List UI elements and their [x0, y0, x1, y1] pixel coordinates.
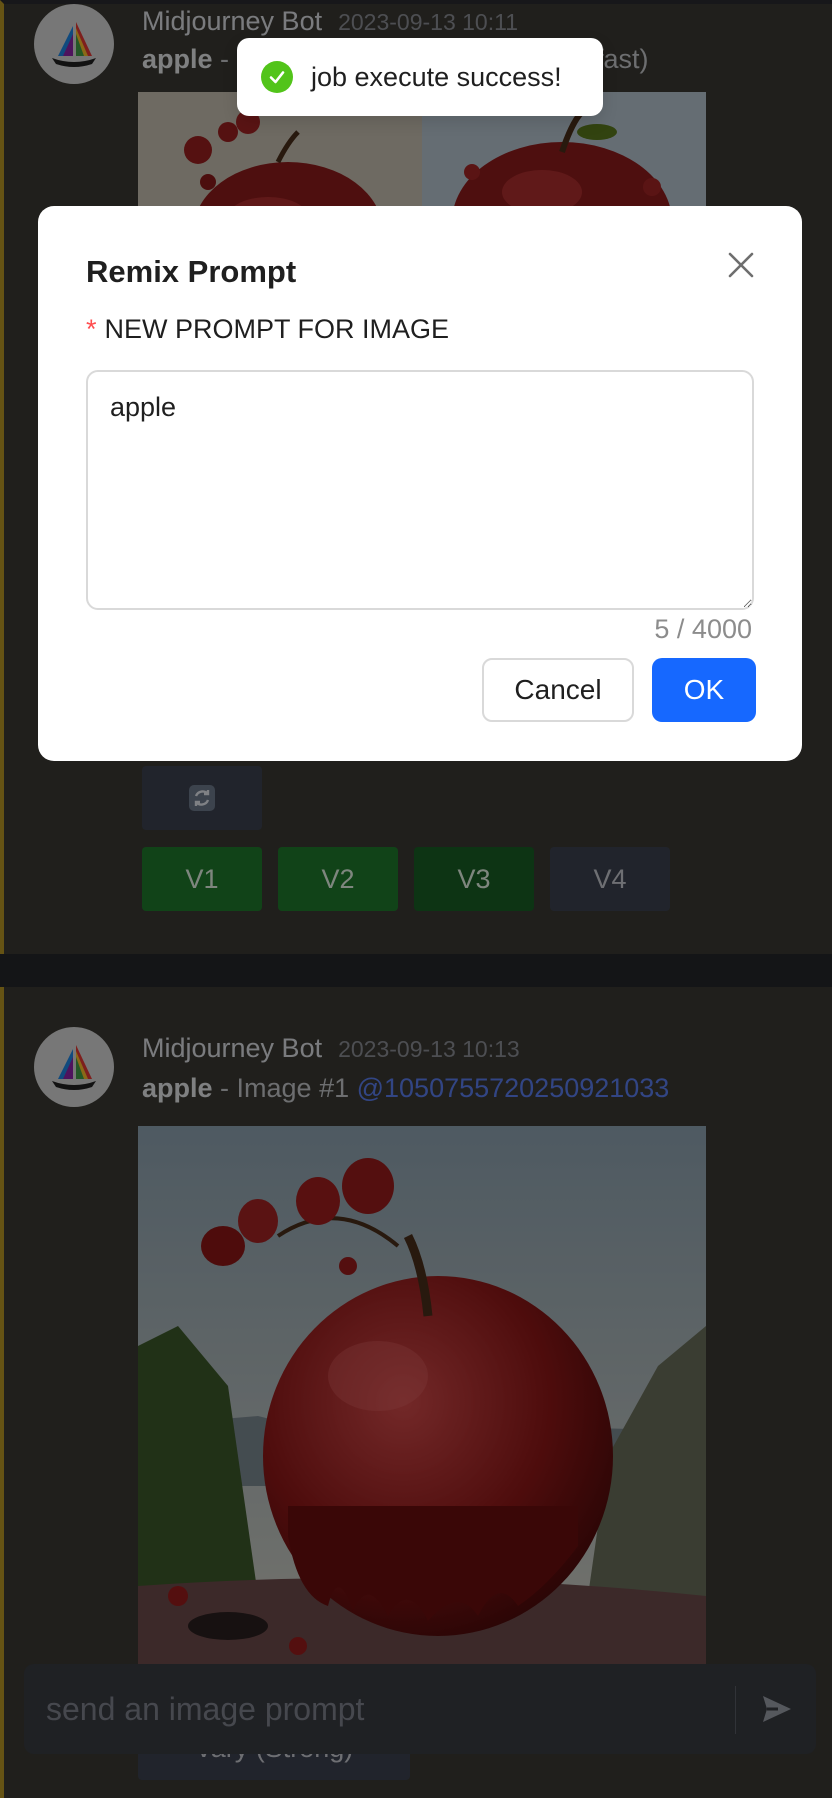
check-circle-icon: [261, 61, 293, 93]
new-prompt-textarea[interactable]: apple: [86, 370, 754, 610]
cancel-button[interactable]: Cancel: [482, 658, 634, 722]
prompt-field-label-text: NEW PROMPT FOR IMAGE: [104, 314, 450, 344]
close-button[interactable]: [722, 246, 760, 284]
required-mark: *: [86, 314, 97, 344]
remix-prompt-dialog: Remix Prompt * NEW PROMPT FOR IMAGE appl…: [38, 206, 802, 761]
close-icon: [728, 252, 754, 278]
success-toast: job execute success!: [237, 38, 603, 116]
ok-button[interactable]: OK: [652, 658, 756, 722]
toast-message: job execute success!: [311, 61, 562, 92]
prompt-field-label: * NEW PROMPT FOR IMAGE: [86, 314, 449, 345]
character-counter: 5 / 4000: [654, 614, 752, 644]
dialog-title: Remix Prompt: [86, 254, 297, 289]
